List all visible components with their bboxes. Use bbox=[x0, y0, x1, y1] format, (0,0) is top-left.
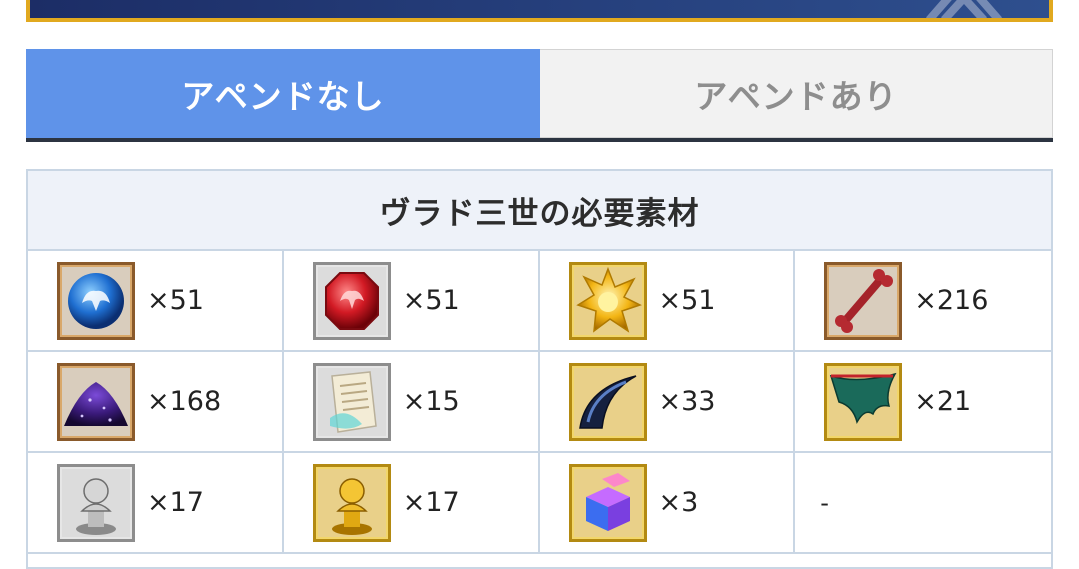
gold-statue-icon bbox=[312, 463, 391, 542]
material-quantity: ×168 bbox=[147, 386, 222, 417]
material-quantity: ×51 bbox=[402, 285, 460, 316]
green-wing-icon bbox=[824, 362, 903, 441]
material-quantity: ×33 bbox=[658, 386, 716, 417]
material-quantity: ×51 bbox=[147, 285, 204, 316]
materials-title: ヴラド三世の必要素材 bbox=[28, 171, 1051, 251]
material-quantity: ×51 bbox=[658, 285, 716, 316]
tab-append-with[interactable]: アペンドあり bbox=[540, 49, 1053, 138]
dark-claw-icon bbox=[568, 362, 647, 441]
material-cell: ×17 bbox=[283, 453, 540, 554]
prism-cube-icon bbox=[568, 463, 647, 542]
purple-dust-pile-icon bbox=[57, 362, 135, 441]
material-cell: ×33 bbox=[539, 352, 796, 453]
material-cell: ×51 bbox=[283, 251, 540, 352]
banner-decoration-icon bbox=[925, 0, 1003, 18]
material-cell: ×21 bbox=[795, 352, 1051, 453]
material-quantity: ×216 bbox=[914, 285, 989, 316]
append-tabs: アペンドなし アペンドあり bbox=[26, 49, 1053, 142]
material-quantity: ×17 bbox=[402, 487, 460, 518]
material-cell: ×15 bbox=[283, 352, 540, 453]
gold-star-piece-icon bbox=[568, 261, 647, 340]
scroll-page-icon bbox=[312, 362, 391, 441]
material-cell: ×51 bbox=[539, 251, 796, 352]
silver-statue-icon bbox=[57, 463, 135, 542]
empty-placeholder: - bbox=[820, 488, 829, 517]
bone-icon bbox=[824, 261, 903, 340]
blue-orb-gem-icon bbox=[57, 261, 135, 340]
material-quantity: ×17 bbox=[147, 487, 204, 518]
material-quantity: ×21 bbox=[914, 386, 972, 417]
material-cell-empty: - bbox=[795, 453, 1051, 554]
tab-append-none[interactable]: アペンドなし bbox=[26, 49, 540, 138]
material-quantity: ×15 bbox=[402, 386, 460, 417]
material-cell: ×168 bbox=[28, 352, 284, 453]
header-banner bbox=[26, 0, 1053, 22]
material-quantity: ×3 bbox=[658, 487, 699, 518]
material-cell: ×51 bbox=[28, 251, 284, 352]
material-cell: ×216 bbox=[795, 251, 1051, 352]
required-materials-table: ヴラド三世の必要素材 ×51 ×51 ×51 ×216 ×168 ×15 ×33… bbox=[26, 169, 1053, 569]
material-cell: ×17 bbox=[28, 453, 284, 554]
material-cell: ×3 bbox=[539, 453, 796, 554]
red-magic-stone-icon bbox=[312, 261, 391, 340]
materials-grid: ×51 ×51 ×51 ×216 ×168 ×15 ×33 ×21 ×17 ×1… bbox=[28, 251, 1051, 554]
